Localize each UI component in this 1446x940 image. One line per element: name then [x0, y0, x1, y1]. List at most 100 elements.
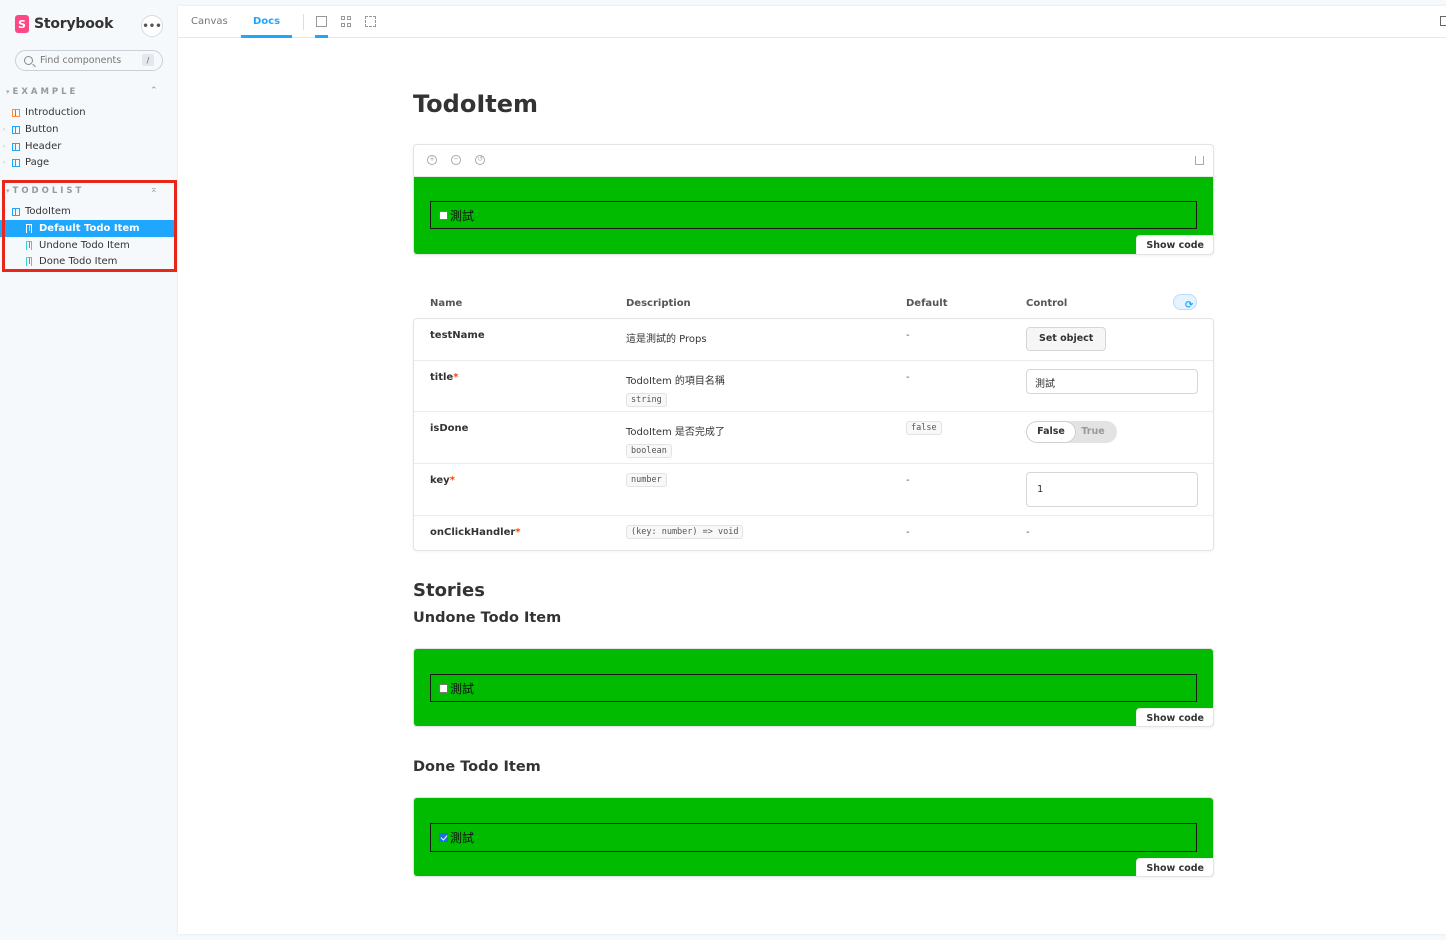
stories-heading: Stories — [413, 580, 485, 601]
arg-description: 這是測試的 Props — [626, 334, 707, 345]
group-title-label: EXAMPLE — [12, 87, 79, 97]
sidebar-item-introduction[interactable]: Introduction — [0, 104, 174, 121]
toolbar-divider — [303, 14, 304, 30]
arg-control-none: - — [1026, 527, 1030, 538]
story-title-undone: Undone Todo Item — [413, 610, 562, 626]
sidebar-item-header[interactable]: › Header — [0, 138, 174, 155]
caret-down-icon: ▾ — [6, 88, 10, 96]
show-code-button[interactable]: Show code — [1136, 858, 1213, 876]
search-icon — [24, 56, 33, 65]
zoom-reset-icon[interactable]: ↺ — [475, 155, 485, 165]
highlight-annotation-box — [2, 180, 177, 272]
todo-item[interactable]: 測試 — [430, 201, 1197, 229]
key-number-input[interactable]: 1 — [1026, 472, 1198, 507]
storybook-app: S Storybook ••• Find components / ▾ EXAM… — [0, 0, 1446, 940]
caret-right-icon: › — [2, 143, 6, 150]
storybook-logo-icon: S — [15, 15, 29, 33]
arg-description: TodoItem 是否完成了 boolean — [626, 427, 725, 458]
more-menu-button[interactable]: ••• — [141, 15, 163, 37]
search-placeholder: Find components — [40, 55, 122, 66]
arg-name: key* — [430, 475, 455, 486]
toggle-option-true[interactable]: True — [1069, 422, 1117, 442]
story-canvas: 測試 Show code — [414, 798, 1213, 876]
brand-name: Storybook — [34, 16, 114, 32]
sidebar-item-button[interactable]: › Button — [0, 121, 174, 138]
outline-icon[interactable] — [365, 16, 376, 27]
table-row: onClickHandler* (key: number) => void - … — [414, 516, 1213, 550]
todo-item[interactable]: 測試 — [430, 823, 1197, 852]
story-canvas: 測試 Show code — [414, 649, 1213, 726]
column-header-control: Control — [1026, 298, 1068, 309]
show-code-button[interactable]: Show code — [1136, 708, 1213, 726]
column-header-description: Description — [626, 298, 691, 309]
primary-story-preview: + − ↺ 測試 Show code — [413, 144, 1214, 255]
arg-name: testName — [430, 330, 485, 341]
set-object-button[interactable]: Set object — [1026, 327, 1107, 351]
sidebar-item-page[interactable]: › Page — [0, 154, 174, 171]
todo-checkbox[interactable] — [439, 210, 448, 220]
tab-docs[interactable]: Docs — [241, 6, 293, 38]
arg-name: title* — [430, 372, 459, 383]
preview-toolbar: + − ↺ — [414, 145, 1213, 177]
arg-name: onClickHandler* — [430, 527, 521, 538]
tool-active-indicator — [315, 35, 328, 38]
brand[interactable]: S Storybook — [15, 15, 113, 33]
arg-default: false — [906, 421, 942, 435]
page-title: TodoItem — [413, 90, 539, 118]
zoom-in-icon[interactable]: + — [427, 155, 437, 165]
todo-item[interactable]: 測試 — [430, 674, 1197, 702]
args-table-header: Name Description Default Control ⟳ — [413, 294, 1214, 316]
arg-type: number — [626, 473, 667, 487]
component-icon — [12, 125, 20, 134]
story-preview-undone: 測試 Show code — [413, 648, 1214, 727]
zoom-out-icon[interactable]: − — [451, 155, 461, 165]
caret-right-icon: › — [2, 126, 6, 133]
arg-default: - — [906, 330, 910, 341]
todo-checkbox-checked[interactable] — [439, 833, 448, 842]
sidebar: S Storybook ••• Find components / ▾ EXAM… — [0, 0, 178, 940]
sidebar-item-label: Page — [25, 157, 50, 168]
arg-type: (key: number) => void — [626, 525, 744, 539]
arg-description: TodoItem 的項目名稱 string — [626, 376, 725, 407]
args-table: testName 這是測試的 Props - Set object title*… — [413, 318, 1214, 551]
search-input[interactable]: Find components / — [15, 50, 163, 71]
fullscreen-icon[interactable] — [1440, 16, 1446, 26]
table-row: testName 這是測試的 Props - Set object — [414, 319, 1213, 361]
group-title-example[interactable]: ▾ EXAMPLE — [6, 87, 78, 97]
table-row: title* TodoItem 的項目名稱 string - 測試 — [414, 361, 1213, 412]
sidebar-item-label: Introduction — [25, 107, 86, 118]
show-code-button[interactable]: Show code — [1136, 235, 1213, 254]
story-preview-done: 測試 Show code — [413, 797, 1214, 877]
sidebar-item-label: Header — [25, 141, 62, 152]
main-panel: Canvas Docs TodoItem + − ↺ 測試 Show code … — [178, 6, 1446, 934]
todo-text: 測試 — [450, 831, 475, 845]
component-icon — [12, 142, 20, 151]
arg-type: string — [626, 393, 667, 407]
background-image-icon[interactable] — [316, 16, 327, 27]
arg-name: isDone — [430, 423, 469, 434]
column-header-name: Name — [430, 298, 463, 309]
todo-text: 測試 — [450, 208, 475, 223]
todo-checkbox[interactable] — [439, 683, 448, 693]
document-icon — [12, 108, 20, 117]
sidebar-item-label: Button — [25, 124, 59, 135]
story-title-done: Done Todo Item — [413, 759, 541, 775]
arg-default: - — [906, 372, 910, 383]
search-shortcut-key: / — [142, 54, 154, 66]
isdone-toggle[interactable]: True False — [1026, 421, 1117, 443]
table-row: isDone TodoItem 是否完成了 boolean false True… — [414, 412, 1213, 464]
expand-all-icon[interactable]: ⌃ — [150, 86, 158, 96]
tab-canvas[interactable]: Canvas — [179, 6, 240, 38]
arg-default: - — [906, 475, 910, 486]
title-text-field[interactable]: 測試 — [1026, 369, 1198, 394]
grid-icon[interactable] — [341, 16, 352, 27]
share-icon[interactable] — [1195, 156, 1204, 165]
story-canvas: 測試 Show code — [414, 177, 1213, 254]
toggle-option-false[interactable]: False — [1027, 422, 1075, 442]
toolbar: Canvas Docs — [178, 6, 1446, 38]
refresh-icon: ⟳ — [1185, 300, 1194, 311]
reset-controls-button[interactable]: ⟳ — [1173, 294, 1197, 311]
table-row: key* number - 1 — [414, 464, 1213, 516]
arg-type: boolean — [626, 444, 672, 458]
arg-default: - — [906, 527, 910, 538]
